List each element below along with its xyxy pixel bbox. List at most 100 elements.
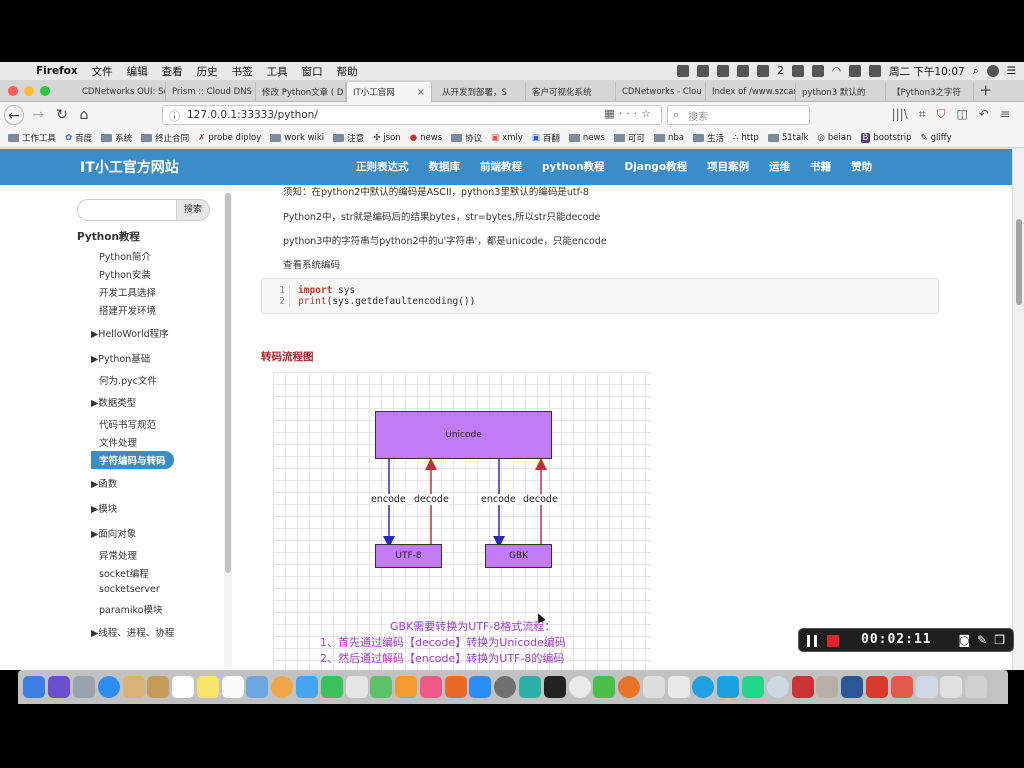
crop-icon[interactable]: ⌗ [919,107,926,122]
zoom-window-button[interactable] [40,86,50,96]
chrome-icon[interactable] [568,676,591,698]
shield-icon[interactable]: ⛉ [937,107,946,122]
tab-dev-deploy[interactable]: 从开发到部署，S [436,82,526,102]
sidebar-item-data-types[interactable]: ▶数据类型 [91,395,136,409]
bookmark-item[interactable]: 工作工具 [8,132,56,144]
tray-v-icon[interactable] [791,65,804,77]
nav-sponsor[interactable]: 赞助 [851,159,872,174]
nav-projects[interactable]: 项目案例 [707,159,749,174]
safari-icon[interactable] [97,676,120,698]
sidebar-item-pyc[interactable]: 何为.pyc文件 [99,373,157,387]
bookmark-item[interactable]: news [568,133,605,143]
siri-dock-icon[interactable] [48,676,71,698]
skype-icon[interactable] [692,676,715,698]
downloads-folder-icon[interactable] [915,676,938,698]
page-scrollbar[interactable] [1012,149,1024,670]
wifi-icon[interactable]: ◠ [832,65,841,77]
sidebar-search-input[interactable] [77,199,177,221]
nav-frontend[interactable]: 前端教程 [480,159,522,174]
keynote-icon[interactable] [395,676,418,698]
sidebar-item-oop[interactable]: ▶面向对象 [91,526,136,540]
bookmark-item[interactable]: ▣ 百翻 [532,132,560,144]
music-icon[interactable] [419,676,442,698]
messages-icon[interactable] [295,676,318,698]
back-arrow-icon[interactable]: ← [4,105,24,125]
sync-icon[interactable] [677,65,690,77]
tab-it-official[interactable]: IT小工官网 × [346,82,432,102]
bookmark-item[interactable]: ✎ gliffy [921,133,952,143]
acrobat-icon[interactable] [865,676,888,698]
menu-item-help[interactable]: 帮助 [337,64,358,79]
bookmark-item[interactable]: 可可 [613,132,645,144]
sidebar-item-functions[interactable]: ▶函数 [91,476,117,490]
sidebar-scrollbar[interactable] [224,185,232,670]
word-icon[interactable] [841,676,864,698]
menu-item-window[interactable]: 窗口 [302,64,323,79]
recording-app-icon[interactable] [791,676,814,698]
books-icon[interactable] [444,676,467,698]
trash-icon[interactable] [965,676,988,698]
menu-app-name[interactable]: Firefox [36,65,78,77]
page-scroll-thumb[interactable] [1016,219,1022,305]
sidebar-scroll-thumb[interactable] [225,193,231,573]
spotlight-icon[interactable]: ⌕ [973,65,979,78]
finder-icon[interactable] [23,676,46,698]
tray-app-icon[interactable] [697,65,710,77]
sidebar-item-helloworld[interactable]: ▶HelloWorld程序 [91,326,169,340]
calendar-icon[interactable] [172,676,195,698]
bookmark-item[interactable]: ∴ http [733,133,759,143]
notification-center-icon[interactable]: ☰ [1007,65,1016,77]
camera-icon[interactable]: ◙ [959,633,971,647]
library-icon[interactable]: |||\ [892,107,908,122]
apple-icon[interactable] [10,65,22,77]
terminal-icon[interactable] [543,676,566,698]
bookmark-item[interactable]: ✿ 百度 [65,132,92,144]
bookmark-item[interactable]: work wiki [270,133,324,143]
tab-cdnetworks-cloud[interactable]: CDNetworks - Clou [616,82,706,102]
nav-regex[interactable]: 正则表达式 [356,159,409,174]
tab-customer-visual[interactable]: 客户可视化系统 [526,82,616,102]
preview-icon[interactable] [246,676,269,698]
bookmark-item[interactable]: 系统 [101,132,132,144]
minimize-window-button[interactable] [24,86,34,96]
sidebar-item-file-handling[interactable]: 文件处理 [99,435,137,449]
nav-python[interactable]: python教程 [542,159,605,174]
sidebar-item-python-basics[interactable]: ▶Python基础 [91,351,150,365]
contacts-icon[interactable] [147,676,170,698]
site-title[interactable]: IT小工官方网站 [80,157,179,177]
bookmark-item[interactable]: Bbootstrip [860,132,912,143]
sidebar-item-threads[interactable]: ▶线程、进程、协程 [91,625,174,639]
dingtalk-icon[interactable] [717,676,740,698]
facetime-icon[interactable] [320,676,343,698]
input-method-icon[interactable] [717,65,730,77]
menu-item-history[interactable]: 历史 [197,64,218,79]
sidebar-item-socketserver[interactable]: socketserver [99,584,160,595]
sidebar-item-code-style[interactable]: 代码书写规范 [99,417,156,431]
bookmark-item[interactable]: 协议 [451,132,482,144]
bookmark-item[interactable]: ◎ beian [817,133,851,143]
bookmark-item[interactable]: 51talk [767,133,808,143]
bookmark-item[interactable]: ● news [410,133,442,143]
app-tools-icon[interactable] [816,676,839,698]
site-info-icon[interactable]: ⓘ [169,108,180,124]
bookmark-item[interactable]: 生活 [692,132,724,144]
undo-icon[interactable]: ↶ [979,107,989,122]
sidebar-item-socket[interactable]: socket编程 [99,566,149,580]
tab-python3-strings[interactable]: 【Python3之字符 [886,82,974,102]
nav-ops[interactable]: 运维 [769,159,790,174]
sidebar-item-python-intro[interactable]: Python简介 [99,249,151,263]
sidebar-item-exceptions[interactable]: 异常处理 [99,548,137,562]
sidebar-item-python-install[interactable]: Python安装 [99,267,151,281]
folder-stack-icon[interactable] [940,676,963,698]
nav-django[interactable]: Django教程 [625,159,688,174]
sidebar-item-dev-env[interactable]: 搭建开发环境 [99,303,156,317]
hamburger-menu-icon[interactable]: ≡ [1000,107,1010,122]
nav-books[interactable]: 书籍 [810,159,831,174]
bookmark-item[interactable]: ▣ xmly [491,133,523,143]
pen-icon[interactable]: ✎ [977,633,987,647]
window-icon[interactable]: ❐ [994,633,1005,647]
battery-icon[interactable] [849,65,862,77]
menu-item-view[interactable]: 查看 [162,64,183,79]
app-store-icon[interactable] [469,676,492,698]
menu-item-bookmarks[interactable]: 书签 [232,64,253,79]
